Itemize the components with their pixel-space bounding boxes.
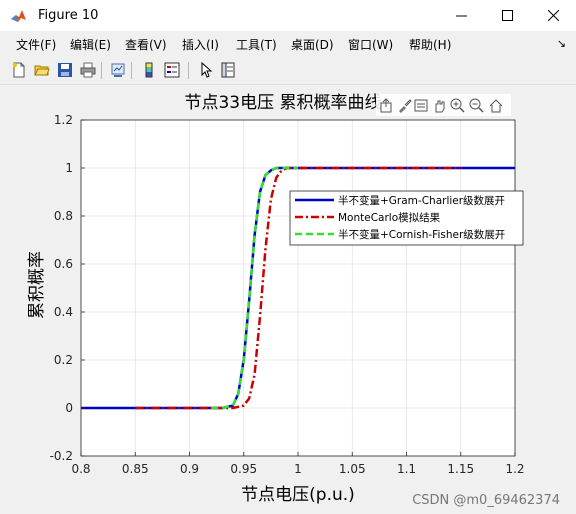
- open-file-icon: [34, 65, 50, 76]
- y-tick-label: 0.4: [54, 305, 73, 319]
- property-inspector-button[interactable]: [218, 60, 238, 80]
- new-figure-button[interactable]: [9, 60, 29, 80]
- y-tick-label: 0.8: [54, 209, 73, 223]
- menu-tools[interactable]: 工具(T): [236, 36, 277, 53]
- y-tick-label: -0.2: [50, 449, 73, 463]
- minimize-icon: [455, 15, 467, 17]
- chart-title: 节点33电压 累积概率曲线: [184, 93, 381, 113]
- figure-toolbar: [0, 57, 576, 85]
- print-icon: [80, 62, 96, 78]
- maximize-button[interactable]: [484, 0, 530, 31]
- x-tick-label: 1.2: [505, 462, 524, 476]
- y-tick-label: 0.2: [54, 353, 73, 367]
- print-button[interactable]: [78, 60, 98, 80]
- insert-legend-icon: [164, 62, 180, 78]
- x-tick-label: 0.9: [180, 462, 199, 476]
- link-plot-button[interactable]: [108, 60, 128, 80]
- legend-label-montecarlo: MonteCarlo模拟结果: [338, 211, 441, 224]
- maximize-icon: [501, 10, 513, 21]
- menu-help[interactable]: 帮助(H): [409, 36, 451, 53]
- menu-bar: 文件(F) 编辑(E) 查看(V) 插入(I) 工具(T) 桌面(D) 窗口(W…: [0, 31, 576, 57]
- plot-svg: 0.8 0.85 0.9 0.95 1 1.05 1.1 1.15 1.2 -0.2 0 0.2 0.4…: [27, 93, 525, 505]
- menu-edit[interactable]: 编辑(E): [70, 36, 111, 53]
- insert-colorbar-button[interactable]: [139, 60, 159, 80]
- close-icon: [547, 10, 559, 21]
- toolbar-separator: [131, 62, 132, 79]
- y-tick-label: 0: [65, 401, 73, 415]
- legend-label-gram-charlier: 半不变量+Gram-Charlier级数展开: [338, 194, 505, 207]
- menu-overflow-arrow-icon[interactable]: ↘: [557, 37, 566, 50]
- toolbar-separator: [101, 62, 102, 79]
- minimize-button[interactable]: [438, 0, 484, 31]
- menu-window[interactable]: 窗口(W): [348, 36, 393, 53]
- edit-plot-button[interactable]: [195, 60, 215, 80]
- watermark-text: CSDN @m0_69462374: [412, 493, 560, 508]
- x-tick-label: 0.95: [230, 462, 257, 476]
- figure-canvas: 0.8 0.85 0.9 0.95 1 1.05 1.1 1.15 1.2 -0.2 0 0.2 0.4…: [8, 85, 568, 510]
- new-figure-icon: [13, 62, 25, 78]
- x-tick-label: 0.85: [122, 462, 149, 476]
- insert-legend-button[interactable]: [162, 60, 182, 80]
- save-button[interactable]: [55, 60, 75, 80]
- window-title: Figure 10: [38, 8, 99, 23]
- close-button[interactable]: [530, 0, 576, 31]
- title-bar: Figure 10: [0, 0, 576, 31]
- x-tick-label: 1.15: [447, 462, 474, 476]
- insert-colorbar-icon: [145, 62, 153, 78]
- menu-insert[interactable]: 插入(I): [182, 36, 219, 53]
- y-tick-label: 0.6: [54, 257, 73, 271]
- property-inspector-icon: [221, 62, 235, 78]
- menu-desktop[interactable]: 桌面(D): [291, 36, 334, 53]
- menu-file[interactable]: 文件(F): [16, 36, 56, 53]
- legend[interactable]: 半不变量+Gram-Charlier级数展开 MonteCarlo模拟结果 半不…: [289, 190, 524, 246]
- axes-toolbar: [376, 94, 511, 116]
- save-icon: [58, 63, 72, 77]
- toolbar-separator: [188, 62, 189, 79]
- legend-label-cornish-fisher: 半不变量+Cornish-Fisher级数展开: [338, 228, 505, 241]
- x-tick-label: 1: [294, 462, 302, 476]
- menu-view[interactable]: 查看(V): [125, 36, 167, 53]
- edit-plot-icon: [201, 62, 213, 78]
- y-tick-label: 1: [65, 161, 73, 175]
- x-tick-label: 0.8: [71, 462, 90, 476]
- link-plot-icon: [111, 63, 125, 77]
- x-tick-label: 1.05: [339, 462, 366, 476]
- x-tick-label: 1.1: [397, 462, 416, 476]
- open-file-button[interactable]: [32, 60, 52, 80]
- x-axis-label: 节点电压(p.u.): [241, 485, 355, 505]
- y-axis-label: 累积概率: [27, 251, 47, 319]
- matlab-logo-icon: [10, 7, 27, 24]
- y-tick-label: 1.2: [54, 113, 73, 127]
